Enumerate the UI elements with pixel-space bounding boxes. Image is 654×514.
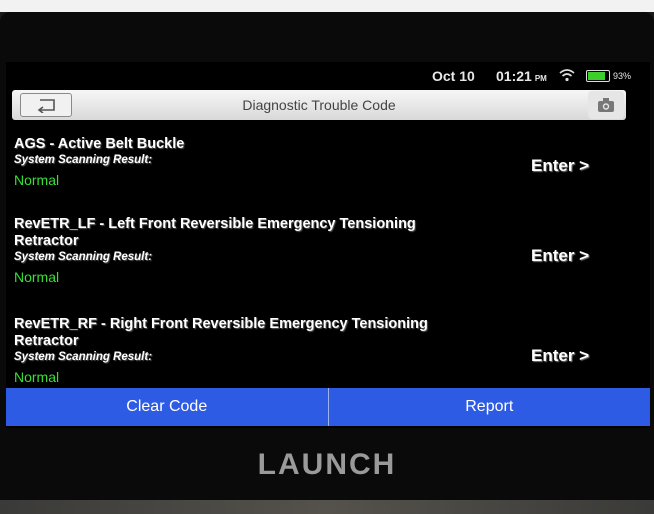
system-name: RevETR_RF - Right Front Reversible Emerg… bbox=[14, 316, 428, 349]
enter-button[interactable]: Enter > bbox=[531, 246, 589, 266]
system-name: AGS - Active Belt Buckle bbox=[14, 136, 185, 152]
action-bar: Clear Code Report bbox=[6, 388, 650, 426]
status-time-value: 01:21 bbox=[496, 68, 532, 84]
status-bar: Oct 10 01:21 PM 93% bbox=[6, 62, 650, 88]
system-name: RevETR_LF - Left Front Reversible Emerge… bbox=[14, 216, 416, 249]
device-edge bbox=[0, 500, 654, 514]
scan-result-status: Normal bbox=[14, 369, 60, 385]
status-time: 01:21 PM bbox=[496, 68, 547, 84]
battery-fill bbox=[588, 72, 605, 80]
title-bar: Diagnostic Trouble Code bbox=[12, 90, 626, 120]
scan-result-status: Normal bbox=[14, 269, 60, 285]
wifi-icon bbox=[559, 69, 575, 82]
enter-button[interactable]: Enter > bbox=[531, 156, 589, 176]
battery-icon bbox=[586, 70, 610, 82]
battery-percent: 93% bbox=[613, 71, 632, 81]
device-screen: Oct 10 01:21 PM 93% Diagnostic Trouble Co… bbox=[6, 62, 650, 428]
clear-code-button[interactable]: Clear Code bbox=[6, 388, 328, 426]
status-ampm: PM bbox=[534, 74, 547, 83]
page-title: Diagnostic Trouble Code bbox=[242, 97, 396, 113]
screenshot-button[interactable] bbox=[588, 91, 624, 119]
enter-button[interactable]: Enter > bbox=[531, 346, 589, 366]
camera-icon bbox=[598, 98, 614, 112]
status-date: Oct 10 bbox=[432, 68, 475, 84]
photo-background bbox=[0, 0, 654, 12]
brand-logo: LAUNCH bbox=[257, 448, 397, 481]
report-button[interactable]: Report bbox=[329, 388, 651, 426]
